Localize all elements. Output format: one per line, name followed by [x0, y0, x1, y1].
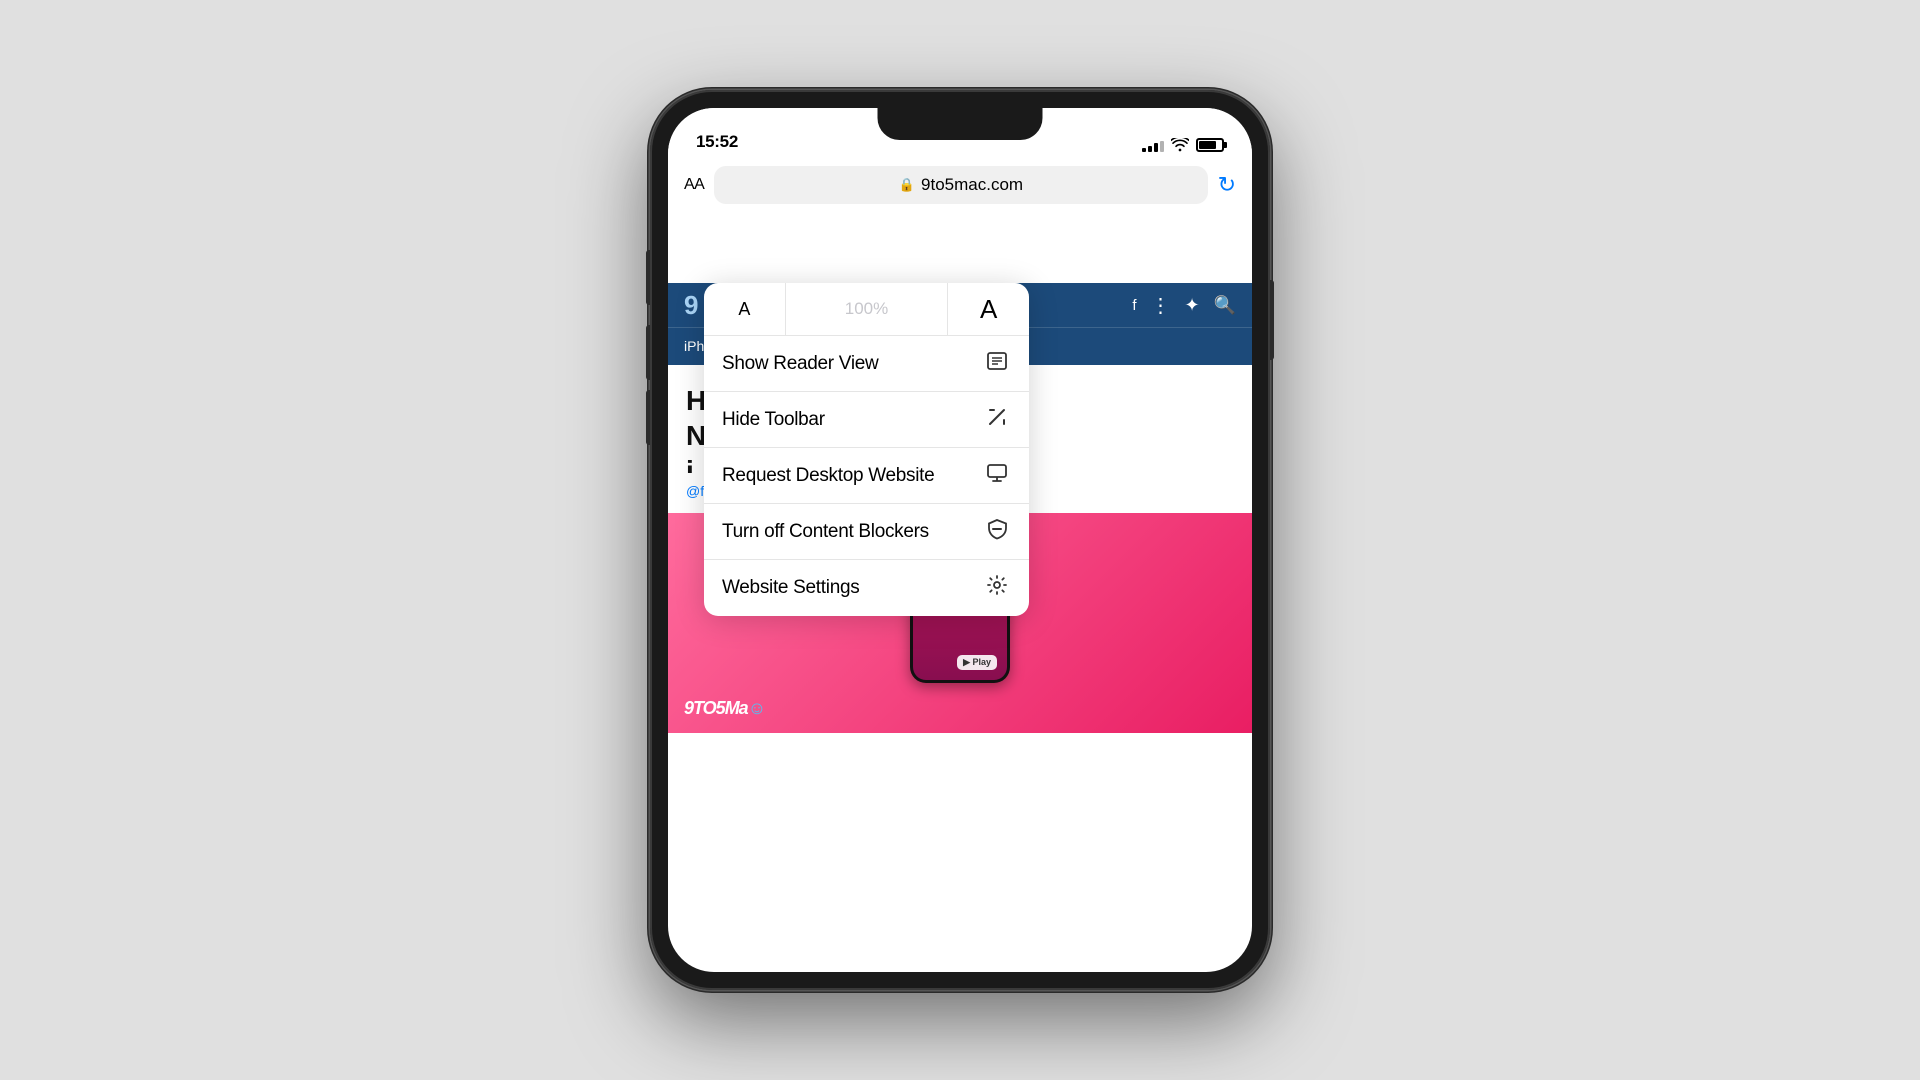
battery-fill [1199, 141, 1216, 149]
show-reader-view-label: Show Reader View [722, 353, 983, 375]
hide-toolbar-label: Hide Toolbar [722, 409, 983, 431]
signal-bar-3 [1154, 143, 1158, 152]
font-decrease-button[interactable]: A [704, 283, 786, 335]
play-badge: ▶ Play [957, 655, 997, 670]
font-percent-value: 100% [845, 299, 888, 319]
turn-off-blockers-label: Turn off Content Blockers [722, 521, 983, 543]
signal-bar-2 [1148, 146, 1152, 152]
font-large-label: A [980, 294, 997, 325]
phone-notch [878, 108, 1043, 140]
show-reader-view-item[interactable]: Show Reader View [704, 336, 1029, 392]
reload-button[interactable]: ↻ [1218, 172, 1236, 198]
font-small-label: A [738, 299, 750, 320]
request-desktop-item[interactable]: Request Desktop Website [704, 448, 1029, 504]
aa-button[interactable]: AA [684, 176, 704, 194]
nav-brightness: ✦ [1184, 295, 1199, 316]
phone-screen: 15:52 [668, 108, 1252, 972]
wifi-icon [1171, 138, 1189, 152]
nav-more: ⋮ [1150, 293, 1170, 318]
desktop-icon [983, 462, 1011, 490]
font-size-row[interactable]: A 100% A [704, 283, 1029, 336]
request-desktop-label: Request Desktop Website [722, 465, 983, 487]
status-icons [1142, 138, 1224, 152]
nav-search: 🔍 [1214, 295, 1236, 316]
address-bar[interactable]: AA 🔒 9to5mac.com ↻ [668, 158, 1252, 214]
signal-bar-4 [1160, 141, 1164, 152]
hide-toolbar-item[interactable]: Hide Toolbar [704, 392, 1029, 448]
font-percent-display: 100% [786, 283, 949, 335]
url-text: 9to5mac.com [921, 175, 1023, 195]
dropdown-panel: A 100% A Show Reader View [704, 283, 1029, 616]
shield-icon [983, 518, 1011, 546]
signal-bar-1 [1142, 148, 1146, 152]
nav-fb: f [1132, 297, 1136, 314]
hide-toolbar-icon [983, 406, 1011, 434]
website-settings-label: Website Settings [722, 577, 983, 599]
reader-view-icon [983, 350, 1011, 378]
lock-icon: 🔒 [899, 177, 915, 193]
gear-icon [983, 574, 1011, 602]
site-logo-banner: 9TO5Ma☺ [684, 698, 765, 719]
status-time: 15:52 [696, 132, 738, 152]
turn-off-blockers-item[interactable]: Turn off Content Blockers [704, 504, 1029, 560]
signal-icon [1142, 138, 1164, 152]
font-increase-button[interactable]: A [948, 283, 1029, 335]
address-field[interactable]: 🔒 9to5mac.com [714, 166, 1207, 204]
battery-icon [1196, 138, 1224, 152]
website-settings-item[interactable]: Website Settings [704, 560, 1029, 616]
site-logo-nav: 9 [684, 290, 697, 321]
phone-mockup: 15:52 [650, 90, 1270, 990]
